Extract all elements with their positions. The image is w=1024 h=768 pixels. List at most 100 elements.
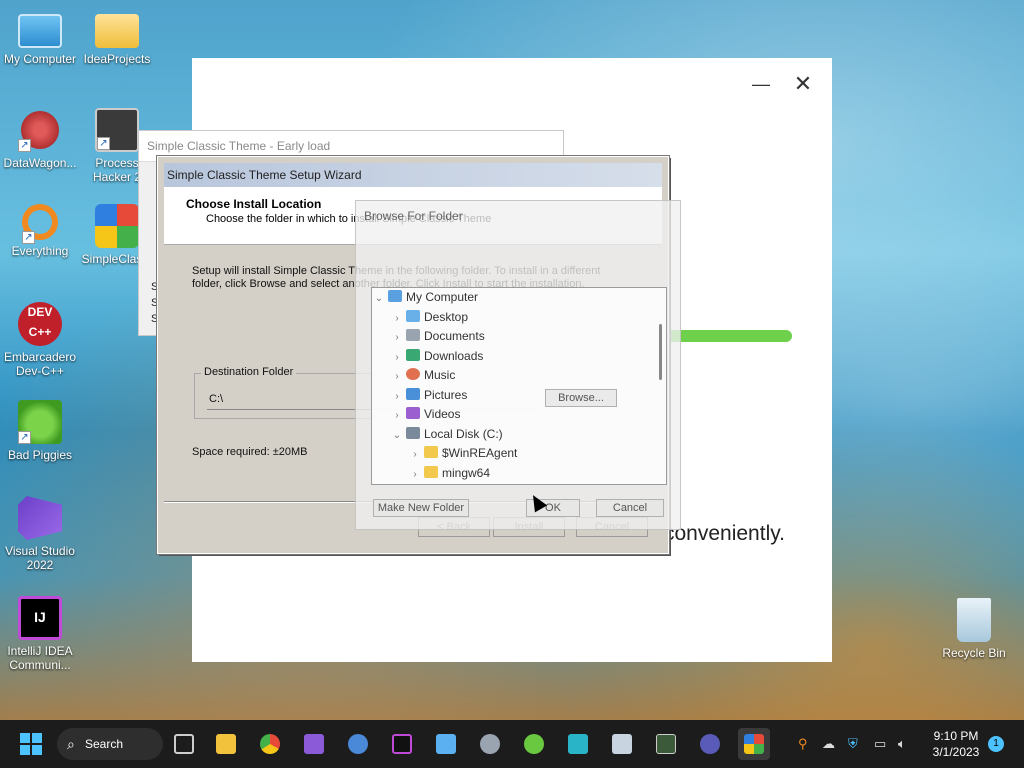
taskbar-resource-monitor[interactable] [606, 728, 638, 760]
tree-item-desktop[interactable]: › Desktop [390, 308, 468, 326]
documents-icon [406, 329, 420, 341]
taskbar-clock[interactable]: 9:10 PM 3/1/2023 [920, 728, 992, 760]
tree-item-pictures[interactable]: › Pictures [390, 386, 467, 404]
desktop-icon-intellij[interactable]: IJ IntelliJ IDEA Communi... [0, 596, 80, 672]
desktop-icon-label: DataWagon... [3, 156, 77, 170]
desktop-icon-bad-piggies[interactable]: ↗ Bad Piggies [0, 400, 80, 462]
tray-volume-icon[interactable]: 🔈︎ [898, 720, 906, 768]
wizard-header-title: Choose Install Location [186, 197, 322, 211]
search-label: Search [85, 737, 124, 751]
chevron-down-icon[interactable]: ⌄ [390, 427, 404, 445]
chevron-right-icon[interactable]: › [390, 329, 404, 347]
taskbar-visual-studio[interactable] [298, 728, 330, 760]
chevron-right-icon[interactable]: › [390, 368, 404, 386]
pig-icon [524, 734, 544, 754]
browse-for-folder-dialog: Browse For Folder ⌄ My Computer › Desktop … [355, 200, 681, 530]
tree-item-local-disk[interactable]: ⌄ Local Disk (C:) [390, 425, 503, 443]
tree-item-documents[interactable]: › Documents [390, 327, 485, 345]
taskbar-intellij[interactable] [386, 728, 418, 760]
setup-icon [744, 734, 764, 754]
devcpp-icon: DEV C++ [18, 302, 62, 346]
tree-scrollbar[interactable] [659, 324, 662, 380]
magnifier-icon: ↗ [22, 204, 58, 244]
chevron-right-icon[interactable]: › [390, 310, 404, 328]
tree-item-my-computer[interactable]: ⌄ My Computer [372, 288, 478, 306]
chevron-down-icon[interactable]: ⌄ [372, 290, 386, 308]
taskbar-bad-piggies[interactable] [518, 728, 550, 760]
desktop-icon-recycle-bin[interactable]: Recycle Bin [934, 598, 1014, 660]
monitor-icon [18, 14, 62, 48]
chevron-right-icon[interactable]: › [390, 407, 404, 425]
desktop-icon-ideaprojects[interactable]: IdeaProjects [77, 10, 157, 66]
desktop-icon-everything[interactable]: ↗ Everything [0, 204, 80, 258]
taskbar-notepad[interactable] [430, 728, 462, 760]
installer-tagline: conveniently. [664, 522, 786, 545]
tree-item-videos[interactable]: › Videos [390, 405, 460, 423]
tree-item-music[interactable]: › Music [390, 366, 455, 384]
tree-item-label: Local Disk (C:) [424, 427, 503, 441]
tray-everything-icon[interactable]: ⚲ [798, 720, 808, 768]
folder-icon [216, 734, 236, 754]
tree-item-label: mingw64 [442, 466, 491, 480]
make-new-folder-button[interactable]: Make New Folder [373, 499, 469, 517]
notification-badge[interactable]: 1 [988, 736, 1004, 752]
chevron-right-icon[interactable]: › [408, 466, 422, 484]
shortcut-arrow-icon: ↗ [18, 139, 31, 152]
browse-cancel-button[interactable]: Cancel [596, 499, 664, 517]
desktop-icon-datawagon[interactable]: ↗ DataWagon... [0, 108, 80, 170]
intellij-icon: IJ [18, 596, 62, 640]
chart-icon [612, 734, 632, 754]
close-button[interactable]: ✕ [788, 73, 818, 96]
notepad-icon [436, 734, 456, 754]
azure-icon [568, 734, 588, 754]
taskbar-azure[interactable] [562, 728, 594, 760]
tray-cloud-icon[interactable]: ☁ [822, 720, 835, 768]
wizard-titlebar[interactable]: Simple Classic Theme Setup Wizard [164, 163, 662, 187]
chevron-right-icon[interactable]: › [408, 446, 422, 464]
folder-icon [95, 14, 139, 48]
taskbar-process-hacker[interactable] [650, 728, 682, 760]
datawagon-icon: ↗ [18, 108, 62, 152]
desktop-icon-my-computer[interactable]: My Computer [0, 10, 80, 66]
taskbar-chrome[interactable] [254, 728, 286, 760]
tree-item-label: Music [424, 368, 456, 382]
desktop-icon-label: IdeaProjects [83, 52, 151, 66]
process-hacker-icon [656, 734, 676, 754]
computer-icon [388, 290, 402, 302]
start-button[interactable] [20, 733, 42, 755]
taskbar-file-explorer[interactable] [210, 728, 242, 760]
tray-security-icon[interactable]: ⛨ [848, 720, 858, 768]
task-view-button[interactable] [168, 728, 200, 760]
taskbar-simple-classic-setup[interactable] [738, 728, 770, 760]
browse-dialog-title: Browse For Folder [364, 209, 463, 223]
desktop-icon-label: Embarcadero Dev-C++ [3, 350, 77, 378]
taskbar: ⌕ Search ⚲ ☁ ⛨ ▭ 🔈︎ 9:10 PM 3/1/2023 1 [0, 720, 1024, 768]
recycle-bin-icon [957, 598, 991, 642]
search-icon: ⌕ [67, 736, 75, 752]
chevron-right-icon[interactable]: › [390, 388, 404, 406]
desktop-icon-label: IntelliJ IDEA Communi... [7, 644, 73, 672]
shortcut-arrow-icon: ↗ [22, 231, 35, 244]
chevron-right-icon[interactable]: › [390, 349, 404, 367]
browse-button[interactable]: Browse... [545, 389, 617, 407]
tree-item-label: Desktop [424, 310, 469, 324]
desktop-icon-devcpp[interactable]: DEV C++ Embarcadero Dev-C++ [0, 302, 80, 378]
tree-item-label: Documents [424, 329, 485, 343]
desktop-icon-visual-studio[interactable]: Visual Studio 2022 [0, 496, 80, 572]
tree-item-label: Pictures [424, 388, 468, 402]
tree-item-mingw64[interactable]: › mingw64 [408, 464, 490, 482]
taskbar-cpuz[interactable] [694, 728, 726, 760]
minimize-button[interactable]: — [746, 74, 776, 96]
folder-icon [424, 466, 438, 478]
chrome-icon [260, 734, 280, 754]
tray-network-icon[interactable]: ▭ [874, 720, 886, 768]
taskbar-search[interactable]: ⌕ Search [57, 728, 163, 760]
taskbar-settings[interactable] [474, 728, 506, 760]
tree-item-label: $WinREAgent [442, 446, 518, 460]
folder-tree[interactable]: ⌄ My Computer › Desktop › Documents › Downlo… [371, 287, 667, 485]
tree-item-winreagent[interactable]: › $WinREAgent [408, 444, 517, 462]
visual-studio-icon [18, 496, 62, 540]
taskbar-qbittorrent[interactable] [342, 728, 374, 760]
shortcut-arrow-icon: ↗ [18, 431, 31, 444]
tree-item-downloads[interactable]: › Downloads [390, 347, 483, 365]
